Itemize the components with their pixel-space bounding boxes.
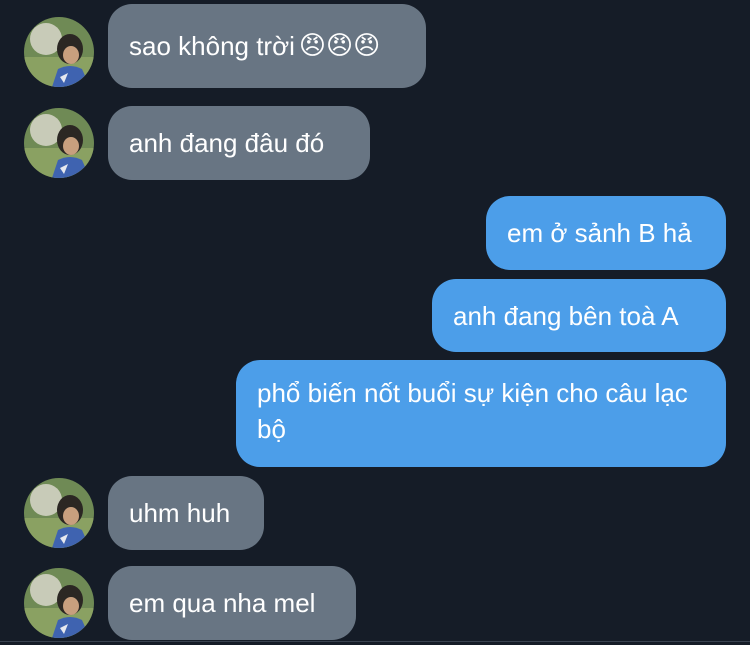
message-text: em ở sảnh B hả	[507, 218, 692, 248]
message-bubble-outgoing[interactable]: anh đang bên toà A	[432, 279, 726, 352]
divider	[0, 641, 750, 642]
message-text: uhm huh	[129, 498, 231, 528]
contact-avatar[interactable]	[24, 478, 94, 548]
message-text: em qua nha mel	[129, 588, 316, 618]
message-text: phổ biến nốt buổi sự kiện cho câu lạc bộ	[257, 378, 688, 444]
message-text: sao không trời	[129, 31, 295, 61]
message-bubble-outgoing[interactable]: phổ biến nốt buổi sự kiện cho câu lạc bộ	[236, 360, 726, 467]
contact-avatar[interactable]	[24, 17, 94, 87]
avatar-photo-icon	[24, 108, 94, 178]
message-bubble-incoming[interactable]: sao không trời 😠😠😠	[108, 4, 426, 88]
message-bubble-incoming[interactable]: uhm huh	[108, 476, 264, 550]
message-bubble-incoming[interactable]: anh đang đâu đó	[108, 106, 370, 180]
avatar-photo-icon	[24, 568, 94, 638]
avatar-photo-icon	[24, 478, 94, 548]
angry-face-emoji-icon: 😠😠😠	[298, 31, 381, 61]
message-bubble-outgoing[interactable]: em ở sảnh B hả	[486, 196, 726, 270]
message-text: anh đang bên toà A	[453, 300, 679, 331]
avatar-photo-icon	[24, 17, 94, 87]
message-text: anh đang đâu đó	[129, 128, 325, 158]
contact-avatar[interactable]	[24, 108, 94, 178]
contact-avatar[interactable]	[24, 568, 94, 638]
message-bubble-incoming[interactable]: em qua nha mel	[108, 566, 356, 640]
chat-thread: sao không trời 😠😠😠 anh đang đâu đó em ở …	[0, 0, 750, 645]
